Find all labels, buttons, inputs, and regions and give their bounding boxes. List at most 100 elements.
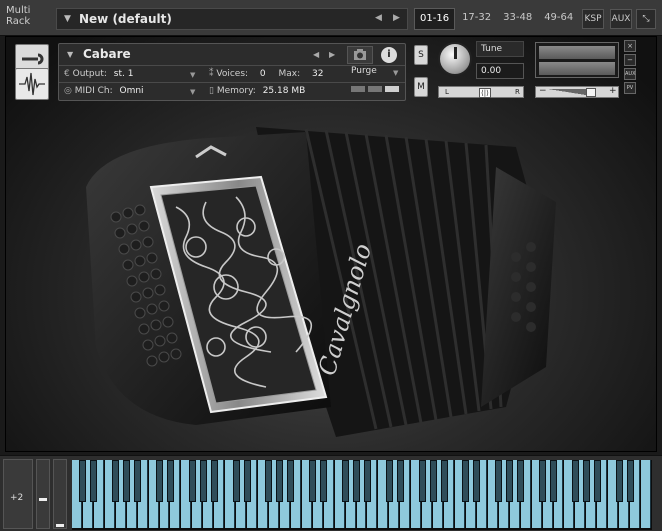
black-key[interactable] bbox=[276, 460, 284, 502]
mod-wheel-handle[interactable] bbox=[56, 524, 64, 527]
black-key[interactable] bbox=[582, 460, 590, 502]
white-key[interactable] bbox=[641, 460, 651, 528]
black-key[interactable] bbox=[462, 460, 470, 502]
black-key[interactable] bbox=[156, 460, 164, 502]
black-key[interactable] bbox=[287, 460, 295, 502]
rack-header: Multi Rack ▼ New (default) ◀ ▶ 01-16 17-… bbox=[0, 0, 662, 36]
memory-icon: ▯ bbox=[209, 86, 214, 96]
midi-channel-value: Omni bbox=[119, 86, 144, 96]
volume-plus-icon[interactable]: + bbox=[609, 86, 617, 96]
black-key[interactable] bbox=[188, 460, 196, 502]
black-key[interactable] bbox=[506, 460, 514, 502]
pan-slider[interactable]: L ⟨|⟩ R bbox=[438, 86, 524, 98]
rack-preset-selector[interactable]: ▼ New (default) ◀ ▶ bbox=[56, 8, 408, 30]
tune-value[interactable]: 0.00 bbox=[476, 63, 524, 79]
black-key[interactable] bbox=[473, 460, 481, 502]
solo-button[interactable]: S bbox=[414, 45, 428, 65]
volume-minus-icon[interactable]: − bbox=[539, 86, 547, 96]
purge-button[interactable]: Purge bbox=[351, 66, 377, 76]
black-key[interactable] bbox=[79, 460, 87, 502]
close-icon[interactable]: × bbox=[624, 40, 636, 52]
rack-preset-name: New (default) bbox=[79, 12, 172, 26]
black-key[interactable] bbox=[320, 460, 328, 502]
octave-shift-panel[interactable]: +2 bbox=[3, 459, 33, 529]
black-key[interactable] bbox=[232, 460, 240, 502]
header-divider bbox=[59, 82, 405, 83]
black-key[interactable] bbox=[166, 460, 174, 502]
camera-icon[interactable] bbox=[347, 46, 373, 64]
pitch-wheel-handle[interactable] bbox=[39, 498, 47, 501]
minimize-icon[interactable]: − bbox=[624, 54, 636, 66]
midi-dropdown-icon[interactable]: ▼ bbox=[190, 88, 195, 96]
aux-button[interactable]: AUX bbox=[610, 9, 632, 29]
black-key[interactable] bbox=[571, 460, 579, 502]
black-key[interactable] bbox=[199, 460, 207, 502]
aux-small-button[interactable]: AUX bbox=[624, 68, 636, 80]
black-key[interactable] bbox=[495, 460, 503, 502]
black-key[interactable] bbox=[550, 460, 557, 502]
mod-wheel[interactable] bbox=[53, 459, 67, 529]
preset-dropdown-icon[interactable]: ▼ bbox=[64, 14, 71, 24]
black-key[interactable] bbox=[615, 460, 623, 502]
black-key[interactable] bbox=[418, 460, 426, 502]
black-key[interactable] bbox=[210, 460, 218, 502]
info-icon[interactable]: i bbox=[381, 47, 397, 63]
multi-rack-label-line2: Rack bbox=[6, 16, 31, 27]
purge-dropdown-icon[interactable]: ▼ bbox=[393, 69, 398, 77]
max-voices-value[interactable]: 32 bbox=[312, 69, 323, 79]
piano-keyboard[interactable] bbox=[72, 460, 652, 530]
ksp-button[interactable]: KSP bbox=[582, 9, 604, 29]
instrument-name[interactable]: Cabare bbox=[83, 47, 131, 61]
mute-button[interactable]: M bbox=[414, 77, 428, 97]
black-key[interactable] bbox=[593, 460, 601, 502]
max-label: Max: bbox=[278, 69, 301, 79]
midi-channel-selector[interactable]: ◎ MIDI Ch: Omni bbox=[64, 86, 144, 96]
volume-handle[interactable] bbox=[586, 88, 596, 97]
midi-icon: ◎ bbox=[64, 86, 72, 96]
tab-33-48[interactable]: 33-48 bbox=[498, 8, 537, 30]
preset-next-icon[interactable]: ▶ bbox=[393, 13, 400, 23]
tab-17-32[interactable]: 17-32 bbox=[457, 8, 496, 30]
black-key[interactable] bbox=[243, 460, 251, 502]
black-key[interactable] bbox=[353, 460, 361, 502]
black-key[interactable] bbox=[385, 460, 393, 502]
memory-value: 25.18 MB bbox=[262, 86, 306, 96]
instrument-prev-icon[interactable]: ◀ bbox=[313, 50, 319, 59]
tab-01-16[interactable]: 01-16 bbox=[414, 8, 456, 30]
black-key[interactable] bbox=[112, 460, 120, 502]
black-key[interactable] bbox=[429, 460, 437, 502]
output-label: Output: bbox=[72, 69, 107, 79]
tune-knob[interactable] bbox=[438, 42, 472, 76]
black-key[interactable] bbox=[363, 460, 371, 502]
pv-small-button[interactable]: PV bbox=[624, 82, 636, 94]
level-meter bbox=[535, 42, 619, 78]
instrument-dropdown-icon[interactable]: ▼ bbox=[67, 50, 73, 59]
pan-right-label: R bbox=[515, 88, 520, 96]
output-selector[interactable]: € Output: st. 1 bbox=[64, 69, 133, 79]
black-key[interactable] bbox=[517, 460, 525, 502]
black-key[interactable] bbox=[123, 460, 131, 502]
black-key[interactable] bbox=[626, 460, 634, 502]
black-key[interactable] bbox=[134, 460, 142, 502]
black-key[interactable] bbox=[90, 460, 98, 502]
preset-prev-icon[interactable]: ◀ bbox=[375, 13, 382, 23]
black-key[interactable] bbox=[440, 460, 448, 502]
collapse-icon[interactable]: ⤡ bbox=[636, 9, 656, 29]
purge-indicator-segment bbox=[368, 86, 382, 92]
purge-indicator-segment bbox=[385, 86, 399, 92]
multi-rack-label: Multi Rack bbox=[6, 5, 30, 27]
rack-page-tabs: 01-16 17-32 33-48 49-64 bbox=[414, 8, 580, 30]
accordion-image: Cavalgnolo bbox=[86, 127, 556, 437]
black-key[interactable] bbox=[265, 460, 273, 502]
pitch-bend-wheel[interactable] bbox=[36, 459, 50, 529]
black-key[interactable] bbox=[539, 460, 547, 502]
volume-slider[interactable]: − + bbox=[535, 86, 619, 98]
pan-center-handle[interactable]: ⟨|⟩ bbox=[479, 88, 491, 98]
black-key[interactable] bbox=[342, 460, 350, 502]
tab-49-64[interactable]: 49-64 bbox=[539, 8, 578, 30]
waveform-icon[interactable] bbox=[15, 68, 49, 100]
black-key[interactable] bbox=[396, 460, 404, 502]
instrument-next-icon[interactable]: ▶ bbox=[329, 50, 335, 59]
output-dropdown-icon[interactable]: ▼ bbox=[190, 71, 195, 79]
black-key[interactable] bbox=[309, 460, 317, 502]
